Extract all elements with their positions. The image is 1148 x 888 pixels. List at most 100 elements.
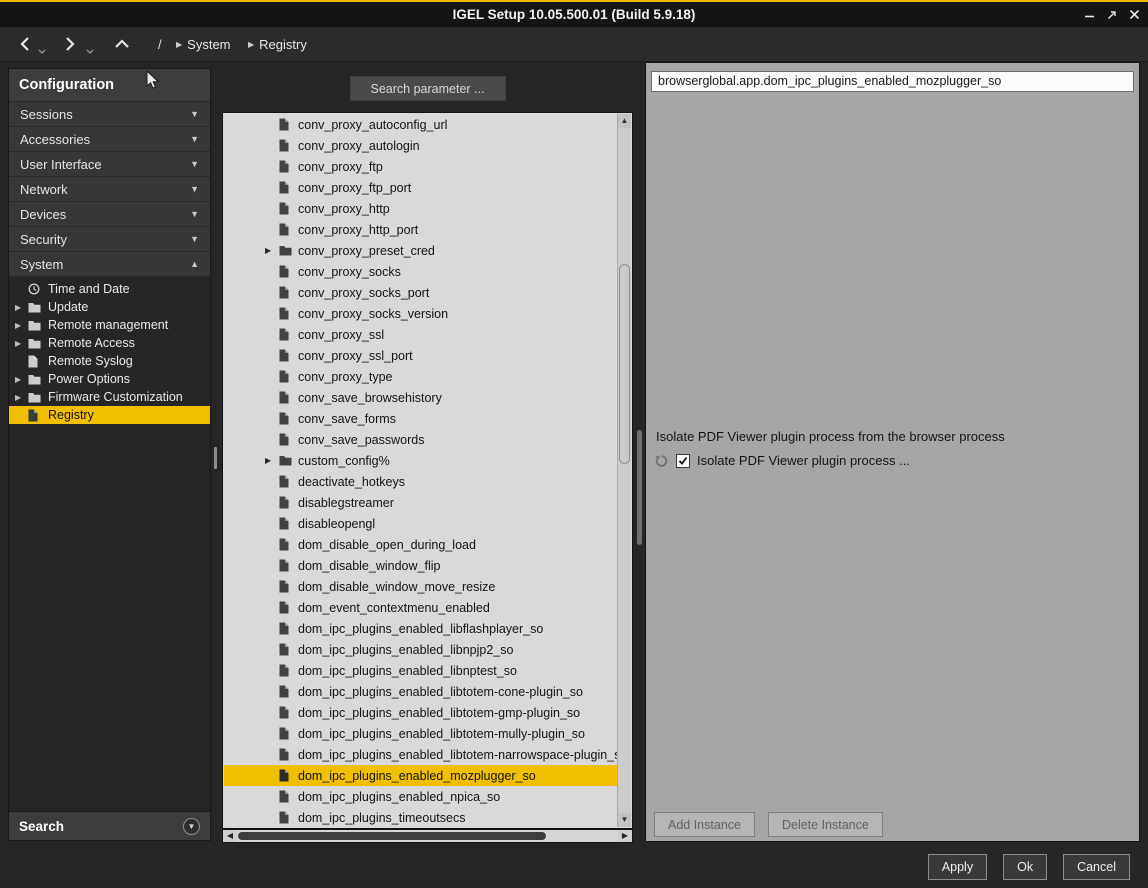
tree-item-conv-proxy-ftp[interactable]: conv_proxy_ftp	[224, 156, 617, 177]
expander-icon[interactable]: ▶	[15, 339, 28, 348]
horizontal-scrollbar[interactable]: ◀ ▶	[222, 829, 633, 843]
splitter-handle[interactable]	[214, 447, 217, 469]
breadcrumb-registry[interactable]: ▶ Registry	[248, 27, 307, 61]
tree-item-dom-ipc-plugins-enabled-libtotem-mully-plugin-so[interactable]: dom_ipc_plugins_enabled_libtotem-mully-p…	[224, 723, 617, 744]
forward-dropdown-icon[interactable]	[86, 41, 94, 59]
tree-item-conv-proxy-socks-port[interactable]: conv_proxy_socks_port	[224, 282, 617, 303]
scroll-up-icon[interactable]: ▲	[618, 114, 631, 128]
folder-icon	[279, 455, 294, 466]
file-icon	[28, 409, 45, 422]
sidebar-item-security[interactable]: Security▼	[9, 227, 210, 252]
close-icon[interactable]	[1129, 9, 1140, 20]
tree-item-conv-proxy-preset-cred[interactable]: ▶conv_proxy_preset_cred	[224, 240, 617, 261]
tree-item-custom-config[interactable]: ▶custom_config%	[224, 450, 617, 471]
expander-icon[interactable]: ▶	[265, 246, 279, 255]
isolate-pdf-checkbox[interactable]	[676, 454, 690, 468]
up-button[interactable]	[114, 27, 130, 61]
minimize-icon[interactable]	[1084, 9, 1095, 20]
tree-item-label: conv_proxy_autologin	[294, 139, 420, 153]
sidebar-node-update[interactable]: ▶Update	[9, 298, 210, 316]
tree-item-conv-proxy-http[interactable]: conv_proxy_http	[224, 198, 617, 219]
sidebar-node-remote-syslog[interactable]: Remote Syslog	[9, 352, 210, 370]
tree-item-dom-ipc-plugins-enabled-libtotem-narrowspace-plugin-so[interactable]: dom_ipc_plugins_enabled_libtotem-narrows…	[224, 744, 617, 765]
sidebar-search[interactable]: Search ▼	[9, 811, 210, 840]
sidebar-node-firmware-customization[interactable]: ▶Firmware Customization	[9, 388, 210, 406]
expander-icon[interactable]: ▶	[15, 375, 28, 384]
tree-item-conv-proxy-autologin[interactable]: conv_proxy_autologin	[224, 135, 617, 156]
tree-item-dom-ipc-plugins-enabled-libflashplayer-so[interactable]: dom_ipc_plugins_enabled_libflashplayer_s…	[224, 618, 617, 639]
file-icon	[279, 307, 294, 320]
reset-icon[interactable]	[654, 454, 669, 468]
ok-button[interactable]: Ok	[1003, 854, 1047, 880]
scroll-left-icon[interactable]: ◀	[223, 830, 237, 842]
sidebar-node-remote-access[interactable]: ▶ Remote Access	[9, 334, 210, 352]
tree-item-disableopengl[interactable]: disableopengl	[224, 513, 617, 534]
sidebar-item-sessions[interactable]: Sessions▼	[9, 102, 210, 127]
expander-icon[interactable]: ▶	[15, 393, 28, 402]
tree-item-dom-ipc-plugins-timeoutsecs[interactable]: dom_ipc_plugins_timeoutsecs	[224, 807, 617, 827]
file-icon	[279, 538, 294, 551]
tree-item-dom-ipc-plugins-enabled-mozplugger-so[interactable]: dom_ipc_plugins_enabled_mozplugger_so	[224, 765, 617, 786]
vertical-scrollbar[interactable]: ▲ ▼	[617, 114, 631, 827]
tree-item-conv-save-forms[interactable]: conv_save_forms	[224, 408, 617, 429]
scroll-right-icon[interactable]: ▶	[618, 830, 632, 842]
tree-item-conv-proxy-type[interactable]: conv_proxy_type	[224, 366, 617, 387]
restore-icon[interactable]	[1106, 9, 1118, 21]
sidebar-item-accessories[interactable]: Accessories▼	[9, 127, 210, 152]
tree-item-conv-save-browsehistory[interactable]: conv_save_browsehistory	[224, 387, 617, 408]
tree-item-dom-ipc-plugins-enabled-npica-so[interactable]: dom_ipc_plugins_enabled_npica_so	[224, 786, 617, 807]
add-instance-button[interactable]: Add Instance	[654, 812, 755, 837]
tree-item-conv-proxy-socks[interactable]: conv_proxy_socks	[224, 261, 617, 282]
parameter-path-field[interactable]: browserglobal.app.dom_ipc_plugins_enable…	[651, 71, 1134, 92]
sidebar-item-network[interactable]: Network▼	[9, 177, 210, 202]
tree-item-conv-proxy-autoconfig-url[interactable]: conv_proxy_autoconfig_url	[224, 114, 617, 135]
tree-item-label: conv_proxy_socks_version	[294, 307, 448, 321]
sidebar-node-power-options[interactable]: ▶Power Options	[9, 370, 210, 388]
horizontal-scrollbar-thumb[interactable]	[238, 832, 546, 840]
tree-item-conv-save-passwords[interactable]: conv_save_passwords	[224, 429, 617, 450]
tree-item-dom-ipc-plugins-enabled-libtotem-gmp-plugin-so[interactable]: dom_ipc_plugins_enabled_libtotem-gmp-plu…	[224, 702, 617, 723]
file-icon	[28, 355, 45, 368]
search-parameter-button[interactable]: Search parameter ...	[350, 76, 506, 101]
tree-item-dom-ipc-plugins-enabled-libnpjp2-so[interactable]: dom_ipc_plugins_enabled_libnpjp2_so	[224, 639, 617, 660]
detail-scrollbar-thumb[interactable]	[637, 430, 642, 545]
node-label: Remote Access	[45, 336, 135, 350]
sidebar-node-time-and-date[interactable]: Time and Date	[9, 280, 210, 298]
tree-item-label: conv_save_passwords	[294, 433, 424, 447]
back-button[interactable]	[18, 27, 31, 61]
tree-item-conv-proxy-ftp-port[interactable]: conv_proxy_ftp_port	[224, 177, 617, 198]
tree-item-conv-proxy-ssl-port[interactable]: conv_proxy_ssl_port	[224, 345, 617, 366]
tree-item-conv-proxy-ssl[interactable]: conv_proxy_ssl	[224, 324, 617, 345]
tree-item-dom-disable-window-move-resize[interactable]: dom_disable_window_move_resize	[224, 576, 617, 597]
cancel-button[interactable]: Cancel	[1063, 854, 1130, 880]
sidebar-item-devices[interactable]: Devices▼	[9, 202, 210, 227]
tree-item-dom-disable-open-during-load[interactable]: dom_disable_open_during_load	[224, 534, 617, 555]
sidebar-node-remote-management[interactable]: ▶ Remote management	[9, 316, 210, 334]
tree-item-label: disableopengl	[294, 517, 375, 531]
tree-item-dom-ipc-plugins-enabled-libnptest-so[interactable]: dom_ipc_plugins_enabled_libnptest_so	[224, 660, 617, 681]
forward-button[interactable]	[64, 27, 77, 61]
apply-button[interactable]: Apply	[928, 854, 987, 880]
delete-instance-button[interactable]: Delete Instance	[768, 812, 883, 837]
breadcrumb-system[interactable]: ▶ System	[176, 27, 231, 61]
tree-item-disablegstreamer[interactable]: disablegstreamer	[224, 492, 617, 513]
tree-item-dom-ipc-plugins-enabled-libtotem-cone-plugin-so[interactable]: dom_ipc_plugins_enabled_libtotem-cone-pl…	[224, 681, 617, 702]
tree-item-conv-proxy-socks-version[interactable]: conv_proxy_socks_version	[224, 303, 617, 324]
parameter-description: Isolate PDF Viewer plugin process from t…	[656, 429, 1005, 444]
clock-icon	[28, 283, 45, 295]
sidebar-node-registry[interactable]: Registry	[9, 406, 210, 424]
tree-item-dom-disable-window-flip[interactable]: dom_disable_window_flip	[224, 555, 617, 576]
scroll-down-icon[interactable]: ▼	[618, 813, 631, 827]
vertical-scrollbar-thumb[interactable]	[619, 264, 630, 464]
back-dropdown-icon[interactable]	[38, 41, 46, 59]
expander-icon[interactable]: ▶	[265, 456, 279, 465]
tree-item-deactivate-hotkeys[interactable]: deactivate_hotkeys	[224, 471, 617, 492]
node-label: Remote management	[45, 318, 168, 332]
sidebar-item-user-interface[interactable]: User Interface▼	[9, 152, 210, 177]
expander-icon[interactable]: ▶	[15, 321, 28, 330]
expander-icon[interactable]: ▶	[15, 303, 28, 312]
tree-item-conv-proxy-http-port[interactable]: conv_proxy_http_port	[224, 219, 617, 240]
tree-item-label: deactivate_hotkeys	[294, 475, 405, 489]
tree-item-dom-event-contextmenu-enabled[interactable]: dom_event_contextmenu_enabled	[224, 597, 617, 618]
sidebar-item-system[interactable]: System▲	[9, 252, 210, 277]
